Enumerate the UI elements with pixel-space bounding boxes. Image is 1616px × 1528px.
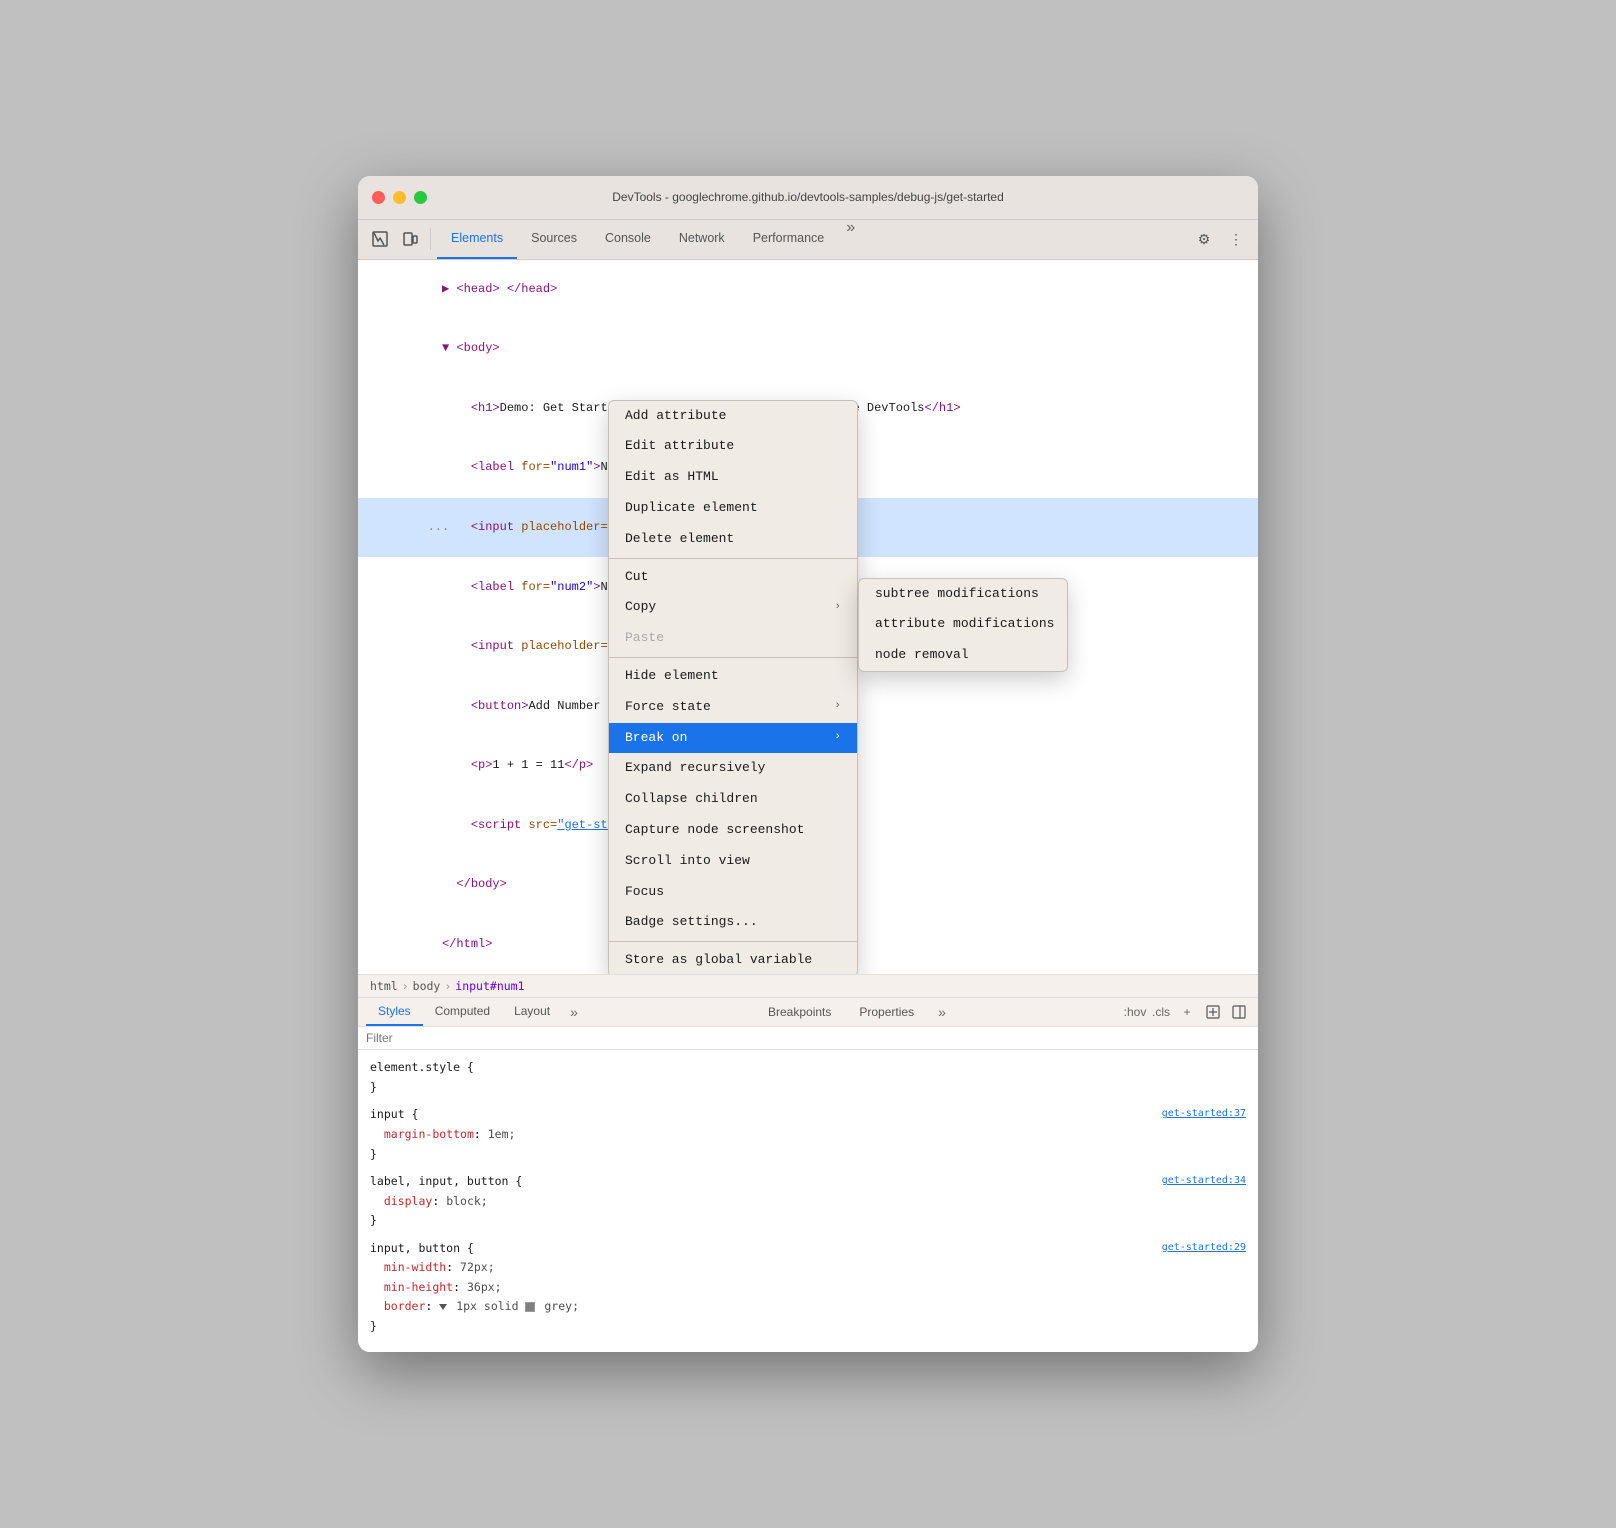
style-rule-input: get-started:37 input { margin-bottom: 1e… bbox=[370, 1105, 1246, 1164]
style-rule-element: element.style { } bbox=[370, 1058, 1246, 1097]
dom-line[interactable]: ▶ <head> </head> bbox=[358, 260, 1258, 320]
dom-line[interactable]: <label for="num2">Nu bbox=[358, 557, 1258, 617]
dom-line-selected[interactable]: ... <input placeholder="N bbox=[358, 498, 1258, 558]
devtools-content: ▶ <head> </head> ▼ <body> <h1>Demo: Get … bbox=[358, 260, 1258, 1353]
toolbar-divider bbox=[430, 228, 431, 250]
dom-line[interactable]: </html> bbox=[358, 915, 1258, 975]
maximize-button[interactable] bbox=[414, 191, 427, 204]
dom-line[interactable]: <p>1 + 1 = 11</p> bbox=[358, 736, 1258, 796]
tab-network[interactable]: Network bbox=[665, 219, 739, 259]
dom-line[interactable]: <button>Add Number 1 bbox=[358, 677, 1258, 737]
main-tabs: Elements Sources Console Network Perform… bbox=[437, 219, 1188, 259]
dom-line[interactable]: <script src="get-sta bbox=[358, 796, 1258, 856]
breadcrumb-html[interactable]: html bbox=[370, 979, 398, 993]
dom-line[interactable]: <label for="num1">Number 1</label> bbox=[358, 438, 1258, 498]
tab-computed[interactable]: Computed bbox=[423, 998, 502, 1026]
lower-more-tabs[interactable]: » bbox=[562, 998, 586, 1026]
style-source-2[interactable]: get-started:34 bbox=[1162, 1172, 1246, 1189]
tab-breakpoints[interactable]: Breakpoints bbox=[756, 999, 843, 1025]
tab-elements[interactable]: Elements bbox=[437, 219, 517, 259]
hover-pseudo-btn[interactable]: :hov bbox=[1124, 1001, 1146, 1023]
filter-input[interactable] bbox=[366, 1031, 1250, 1045]
style-selector: element.style { bbox=[370, 1060, 474, 1074]
dom-line[interactable]: <input placeholder="N bbox=[358, 617, 1258, 677]
dom-line[interactable]: ▼ <body> bbox=[358, 319, 1258, 379]
device-icon[interactable] bbox=[396, 225, 424, 253]
style-rule-input-button: get-started:29 input, button { min-width… bbox=[370, 1239, 1246, 1337]
more-tabs-button[interactable]: » bbox=[838, 219, 863, 259]
style-source[interactable]: get-started:37 bbox=[1162, 1105, 1246, 1122]
inspect-icon[interactable] bbox=[366, 225, 394, 253]
color-swatch[interactable] bbox=[525, 1302, 535, 1312]
styles-content: element.style { } get-started:37 input {… bbox=[358, 1050, 1258, 1352]
styles-filter-bar bbox=[358, 1027, 1258, 1050]
traffic-lights bbox=[372, 191, 427, 204]
toggle-sidebar-btn[interactable] bbox=[1228, 1001, 1250, 1023]
tab-styles[interactable]: Styles bbox=[366, 998, 423, 1026]
triangle-icon bbox=[439, 1304, 447, 1310]
lower-panel: Styles Computed Layout » Breakpoints Pro… bbox=[358, 998, 1258, 1352]
style-rule-label-input-button: get-started:34 label, input, button { di… bbox=[370, 1172, 1246, 1231]
styles-actions: :hov .cls + bbox=[1124, 998, 1250, 1026]
titlebar: DevTools - googlechrome.github.io/devtoo… bbox=[358, 176, 1258, 220]
new-style-rule-btn[interactable] bbox=[1202, 1001, 1224, 1023]
cls-btn[interactable]: .cls bbox=[1150, 1001, 1172, 1023]
breadcrumb-input[interactable]: input#num1 bbox=[455, 979, 524, 993]
tab-performance[interactable]: Performance bbox=[739, 219, 839, 259]
close-button[interactable] bbox=[372, 191, 385, 204]
lower-right-more[interactable]: » bbox=[930, 998, 954, 1026]
window-title: DevTools - googlechrome.github.io/devtoo… bbox=[612, 190, 1004, 204]
devtools-toolbar: Elements Sources Console Network Perform… bbox=[358, 220, 1258, 260]
tab-sources[interactable]: Sources bbox=[517, 219, 591, 259]
add-style-btn[interactable]: + bbox=[1176, 1001, 1198, 1023]
dom-line[interactable]: <h1>Demo: Get Started Debugging JavaScri… bbox=[358, 379, 1258, 439]
devtools-window: DevTools - googlechrome.github.io/devtoo… bbox=[358, 176, 1258, 1353]
lower-tabs: Styles Computed Layout » Breakpoints Pro… bbox=[358, 998, 1258, 1027]
dom-panel: ▶ <head> </head> ▼ <body> <h1>Demo: Get … bbox=[358, 260, 1258, 976]
settings-icon[interactable]: ⚙ bbox=[1190, 225, 1218, 253]
tab-properties[interactable]: Properties bbox=[847, 999, 926, 1025]
breadcrumb: html › body › input#num1 bbox=[358, 975, 1258, 998]
breadcrumb-body[interactable]: body bbox=[413, 979, 441, 993]
style-source-3[interactable]: get-started:29 bbox=[1162, 1239, 1246, 1256]
tab-console[interactable]: Console bbox=[591, 219, 665, 259]
dom-line[interactable]: </body> bbox=[358, 855, 1258, 915]
toolbar-right: ⚙ ⋮ bbox=[1190, 225, 1250, 253]
lower-right-tabs: Breakpoints Properties » bbox=[756, 998, 954, 1026]
tab-layout[interactable]: Layout bbox=[502, 998, 562, 1026]
minimize-button[interactable] bbox=[393, 191, 406, 204]
more-menu-icon[interactable]: ⋮ bbox=[1222, 225, 1250, 253]
